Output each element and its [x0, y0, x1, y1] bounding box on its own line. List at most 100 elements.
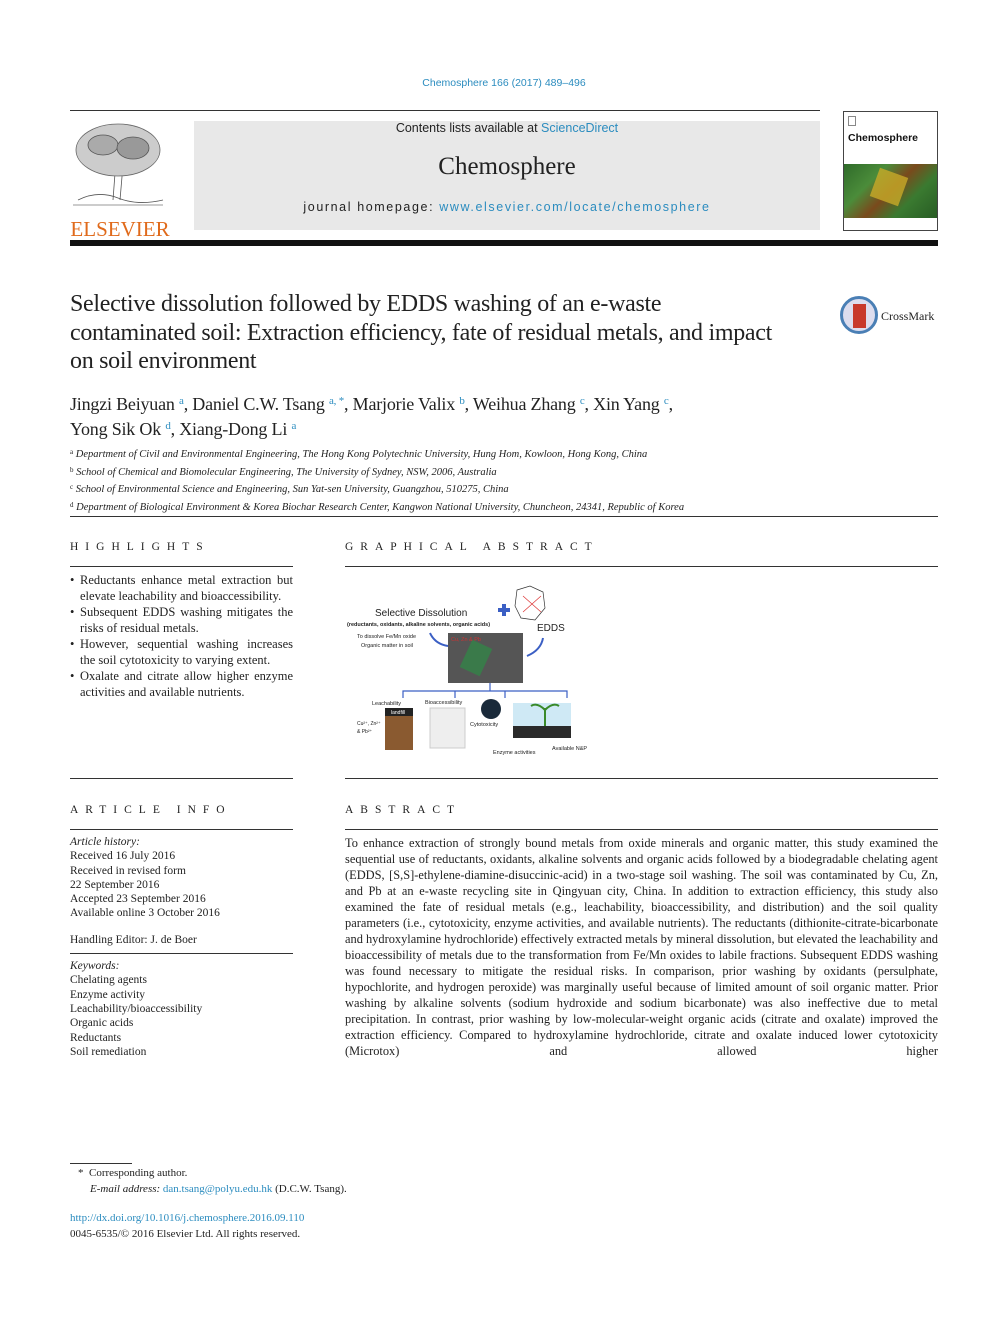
- ga-bioaccessibility-label: Bioaccessibility: [425, 700, 463, 706]
- header-thick-rule: [70, 240, 938, 246]
- ga-edds-label: EDDS: [537, 623, 565, 634]
- ga-ions-label-1: Cu²⁺, Zn²⁺: [357, 721, 381, 727]
- top-rule: [70, 110, 820, 111]
- ga-metals-label: Cu, Zn & Pb: [451, 637, 481, 643]
- journal-cover[interactable]: Chemosphere: [843, 111, 938, 231]
- author[interactable]: Jingzi Beiyuan a: [70, 394, 184, 414]
- ga-agents-label: (reductants, oxidants, alkaline solvents…: [347, 622, 490, 628]
- homepage-link[interactable]: www.elsevier.com/locate/chemosphere: [439, 200, 710, 214]
- ga-ions-label-2: & Pb²⁺: [357, 729, 373, 735]
- keyword: Leachability/bioaccessibility: [70, 1002, 203, 1015]
- footnote-rule: [70, 1163, 132, 1164]
- elsevier-wordmark: ELSEVIER: [70, 217, 170, 241]
- graphical-abstract-figure[interactable]: Selective Dissolution (reductants, oxida…: [345, 578, 605, 763]
- history-label: Article history:: [70, 836, 140, 848]
- keyword: Reductants: [70, 1031, 122, 1044]
- ga-branch-lines: [402, 683, 568, 698]
- journal-citation[interactable]: Chemosphere 166 (2017) 489–496: [0, 77, 992, 89]
- article-info-heading: ARTICLE INFO: [70, 804, 232, 816]
- contents-prefix: Contents lists available at: [395, 121, 542, 135]
- highlight-item: Subsequent EDDS washing mitigates the ri…: [70, 604, 293, 636]
- ga-dissolve-label-1: To dissolve Fe/Mn oxide: [357, 634, 416, 640]
- highlights-list: Reductants enhance metal extraction but …: [70, 572, 293, 700]
- doi-link[interactable]: http://dx.doi.org/10.1016/j.chemosphere.…: [70, 1211, 470, 1227]
- affiliation: b School of Chemical and Biomolecular En…: [70, 465, 497, 478]
- cover-title: Chemosphere: [848, 132, 919, 144]
- cover-logo-icon: [848, 116, 856, 126]
- homepage-line: journal homepage: www.elsevier.com/locat…: [194, 200, 820, 214]
- contents-line: Contents lists available at ScienceDirec…: [194, 121, 820, 135]
- abstract-rule: [345, 829, 938, 830]
- graphical-abstract-bottom-rule: [345, 778, 938, 779]
- history-item: Received 16 July 2016: [70, 850, 176, 863]
- sciencedirect-link[interactable]: ScienceDirect: [541, 121, 618, 135]
- doi-block: http://dx.doi.org/10.1016/j.chemosphere.…: [70, 1211, 470, 1242]
- ga-leachability-label: Leachability: [372, 701, 401, 707]
- ga-arrow-right: [526, 637, 544, 657]
- journal-name: Chemosphere: [438, 153, 576, 180]
- copyright: 0045-6535/© 2016 Elsevier Ltd. All right…: [70, 1227, 301, 1240]
- ga-selective-label: Selective Dissolution: [375, 608, 467, 619]
- keyword: Enzyme activity: [70, 988, 146, 1001]
- keyword: Organic acids: [70, 1017, 134, 1030]
- abstract-heading: ABSTRACT: [345, 804, 462, 816]
- ga-plus-icon: [498, 604, 510, 616]
- author[interactable]: Weihua Zhang c: [473, 394, 585, 414]
- affiliations: a Department of Civil and Environmental …: [70, 445, 830, 515]
- affiliation: a Department of Civil and Environmental …: [70, 448, 648, 460]
- graphical-abstract-svg: Selective Dissolution (reductants, oxida…: [347, 585, 587, 756]
- ga-arrow-left: [429, 632, 449, 647]
- history-item: 22 September 2016: [70, 878, 160, 891]
- article-info: Article history: Received 16 July 2016 R…: [70, 835, 293, 1059]
- graphical-abstract-heading: GRAPHICAL ABSTRACT: [345, 541, 599, 553]
- keyword: Soil remediation: [70, 1045, 147, 1058]
- journal-masthead: Contents lists available at ScienceDirec…: [194, 121, 820, 230]
- author[interactable]: Xin Yang c: [593, 394, 669, 414]
- homepage-prefix: journal homepage:: [303, 200, 440, 214]
- graphical-abstract-rule: [345, 566, 938, 567]
- author[interactable]: Daniel C.W. Tsang a, *: [192, 394, 344, 414]
- history-item: Received in revised form: [70, 864, 186, 877]
- ga-landfill-label: landfill: [391, 710, 405, 716]
- highlight-item: Oxalate and citrate allow higher enzyme …: [70, 668, 293, 700]
- crossmark-label: CrossMark: [881, 309, 935, 323]
- ga-edds-molecule-icon: [514, 585, 546, 621]
- ga-nutrients-label: Available N&P: [552, 746, 587, 752]
- ga-cytotoxicity-image: [481, 699, 501, 719]
- ga-digestive-image: [429, 707, 466, 749]
- crossmark-button[interactable]: CrossMark: [840, 296, 940, 336]
- highlight-item: However, sequential washing increases th…: [70, 636, 293, 668]
- author[interactable]: Yong Sik Ok d: [70, 419, 171, 439]
- highlights-bottom-rule: [70, 778, 293, 779]
- ga-cytotoxicity-label: Cytotoxicity: [470, 722, 498, 728]
- keywords-rule: [70, 947, 293, 955]
- footnote: * Corresponding author. E-mail address: …: [70, 1166, 470, 1197]
- email-link[interactable]: dan.tsang@polyu.edu.hk: [163, 1183, 272, 1195]
- affiliation: d Department of Biological Environment &…: [70, 500, 685, 513]
- elsevier-logo[interactable]: ELSEVIER: [68, 118, 172, 241]
- elsevier-tree-icon: [68, 120, 168, 210]
- author-affil-mark[interactable]: a: [291, 420, 296, 432]
- ga-enzyme-label: Enzyme activities: [493, 750, 536, 756]
- affiliation: c School of Environmental Science and En…: [70, 483, 509, 495]
- ga-dissolve-label-2: Organic matter in soil: [361, 643, 413, 649]
- highlights-rule: [70, 566, 293, 567]
- abstract-body: To enhance extraction of strongly bound …: [345, 836, 938, 1058]
- author[interactable]: Xiang-Dong Li a: [179, 419, 296, 439]
- keyword: Chelating agents: [70, 974, 147, 987]
- crossmark-icon: [840, 296, 878, 334]
- corresponding-note: * Corresponding author.: [78, 1167, 188, 1179]
- history-item: Accepted 23 September 2016: [70, 893, 206, 906]
- email-note: E-mail address: dan.tsang@polyu.edu.hk (…: [90, 1182, 347, 1195]
- author-list: Jingzi Beiyuan a, Daniel C.W. Tsang a, *…: [70, 394, 673, 439]
- section-divider: [70, 516, 938, 517]
- handling-editor: Handling Editor: J. de Boer: [70, 933, 197, 946]
- history-item: Available online 3 October 2016: [70, 907, 220, 920]
- author-affil-mark[interactable]: a, *: [329, 395, 344, 407]
- article-title: Selective dissolution followed by EDDS w…: [70, 291, 772, 374]
- article-info-rule: [70, 829, 293, 830]
- highlight-item: Reductants enhance metal extraction but …: [70, 572, 293, 604]
- keywords-label: Keywords:: [70, 960, 120, 973]
- author[interactable]: Marjorie Valix b: [353, 394, 465, 414]
- highlights-heading: HIGHLIGHTS: [70, 541, 210, 553]
